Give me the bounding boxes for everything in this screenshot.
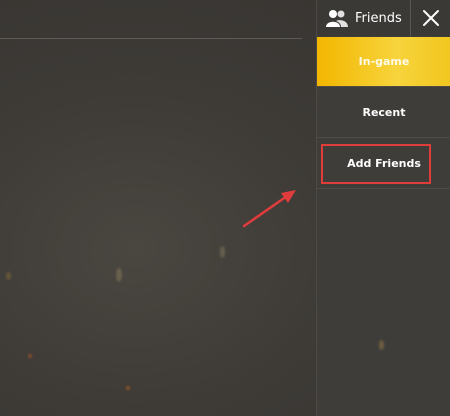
light-speck [28,354,32,358]
friends-header-button[interactable]: Friends [325,0,402,36]
top-divider [0,38,302,39]
tab-label: In-game [358,55,410,68]
light-speck [220,246,225,258]
tab-label: Recent [362,106,406,119]
close-icon [423,10,439,26]
friends-panel: Friends In-game Recent Add Friends [316,0,450,416]
close-button[interactable] [410,0,450,36]
light-speck [379,340,384,350]
game-background [0,0,316,416]
tab-add-friends[interactable]: Add Friends [317,139,450,189]
tab-label: Add Friends [347,157,421,170]
tab-in-game[interactable]: In-game [317,37,450,87]
panel-header: Friends [317,0,450,36]
tab-recent[interactable]: Recent [317,88,450,138]
friends-title: Friends [355,10,402,26]
light-speck [116,268,122,282]
friends-icon [326,10,348,27]
light-speck [126,386,130,390]
game-screen: Friends In-game Recent Add Friends [0,0,450,416]
light-speck [6,272,11,280]
